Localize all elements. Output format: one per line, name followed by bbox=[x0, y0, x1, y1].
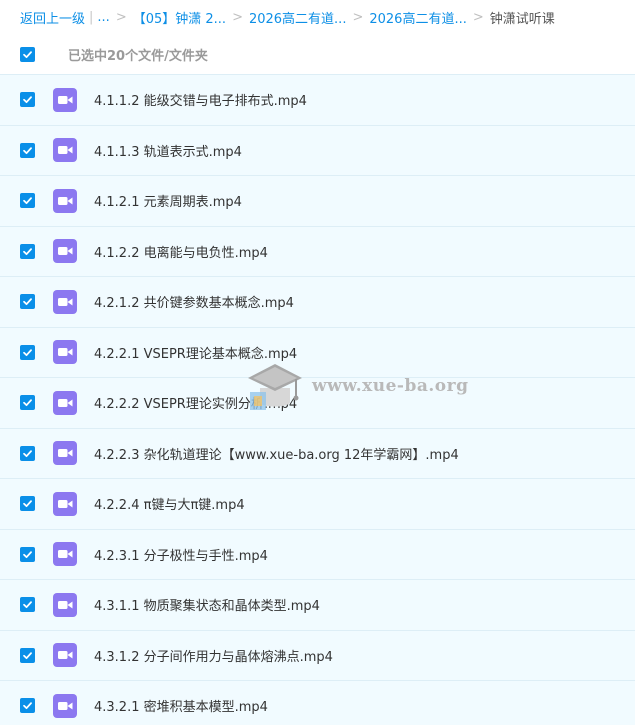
file-row[interactable]: 4.1.2.2 电离能与电负性.mp4 bbox=[0, 225, 635, 276]
video-file-icon bbox=[53, 390, 77, 415]
file-name: 4.2.2.4 π键与大π键.mp4 bbox=[94, 498, 245, 514]
breadcrumb-level-2[interactable]: 2026高二有道... bbox=[249, 8, 346, 27]
breadcrumb-current: 钟潇试听课 bbox=[489, 11, 555, 27]
breadcrumb-level-1[interactable]: 【05】钟潇 2... bbox=[133, 8, 226, 27]
checkmark-icon bbox=[23, 197, 32, 205]
video-file-icon bbox=[53, 491, 77, 516]
video-file-icon bbox=[53, 340, 77, 365]
checkmark-icon bbox=[23, 500, 32, 508]
video-file-icon bbox=[53, 592, 77, 617]
breadcrumb-separator: > bbox=[472, 9, 484, 25]
file-name: 4.1.1.2 能级交错与电子排布式.mp4 bbox=[94, 94, 307, 110]
file-checkbox[interactable] bbox=[20, 344, 35, 360]
file-checkbox[interactable] bbox=[20, 597, 35, 613]
file-name: 4.3.1.1 物质聚集状态和晶体类型.mp4 bbox=[94, 599, 320, 615]
file-name: 4.1.2.1 元素周期表.mp4 bbox=[94, 195, 242, 211]
file-list: 4.1.1.2 能级交错与电子排布式.mp4 4.1.1.3 轨道表示式.mp4 4… bbox=[0, 74, 635, 725]
video-file-icon bbox=[53, 289, 77, 314]
file-row[interactable]: 4.1.1.2 能级交错与电子排布式.mp4 bbox=[0, 74, 635, 125]
file-checkbox[interactable] bbox=[20, 395, 35, 411]
file-name: 4.3.1.2 分子间作用力与晶体熔沸点.mp4 bbox=[94, 649, 333, 665]
file-name: 4.3.2.1 密堆积基本模型.mp4 bbox=[94, 700, 268, 716]
file-row[interactable]: 4.3.1.2 分子间作用力与晶体熔沸点.mp4 bbox=[0, 629, 635, 680]
file-name: 4.2.2.3 杂化轨道理论【www.xue-ba.org 12年学霸网】.mp… bbox=[94, 447, 459, 463]
video-file-icon bbox=[53, 239, 77, 264]
breadcrumb-ellipsis[interactable]: ... bbox=[97, 10, 109, 25]
breadcrumb-level-3[interactable]: 2026高二有道... bbox=[369, 8, 466, 27]
file-row[interactable]: 4.2.1.2 共价键参数基本概念.mp4 bbox=[0, 276, 635, 327]
file-row[interactable]: 4.3.1.1 物质聚集状态和晶体类型.mp4 bbox=[0, 579, 635, 630]
breadcrumb-divider: | bbox=[89, 9, 94, 25]
selection-count: 已选中20个文件/文件夹 bbox=[68, 48, 208, 64]
file-checkbox[interactable] bbox=[20, 92, 35, 108]
breadcrumb-separator: > bbox=[115, 9, 127, 25]
back-button[interactable]: 返回上一级 bbox=[20, 8, 85, 27]
checkmark-icon bbox=[23, 550, 32, 558]
video-file-icon bbox=[53, 138, 77, 163]
checkmark-icon bbox=[23, 601, 32, 609]
file-name: 4.2.2.1 VSEPR理论基本概念.mp4 bbox=[94, 346, 298, 362]
selection-bar: 已选中20个文件/文件夹 bbox=[0, 34, 635, 74]
file-checkbox[interactable] bbox=[20, 647, 35, 663]
file-name: 4.1.1.3 轨道表示式.mp4 bbox=[94, 144, 242, 160]
file-name: 4.2.3.1 分子极性与手性.mp4 bbox=[94, 548, 268, 564]
checkmark-icon bbox=[23, 298, 32, 306]
file-row[interactable]: 4.2.2.2 VSEPR理论实例分析.mp4 bbox=[0, 377, 635, 428]
file-checkbox[interactable] bbox=[20, 142, 35, 158]
file-name: 4.2.1.2 共价键参数基本概念.mp4 bbox=[94, 296, 294, 312]
file-checkbox[interactable] bbox=[20, 243, 35, 259]
select-all-checkbox[interactable] bbox=[20, 46, 35, 62]
video-file-icon bbox=[53, 441, 77, 466]
checkmark-icon bbox=[23, 146, 32, 154]
checkmark-icon bbox=[23, 348, 32, 356]
file-row[interactable]: 4.1.1.3 轨道表示式.mp4 bbox=[0, 124, 635, 175]
file-row[interactable]: 4.2.2.1 VSEPR理论基本概念.mp4 bbox=[0, 326, 635, 377]
file-checkbox[interactable] bbox=[20, 546, 35, 562]
file-name: 4.1.2.2 电离能与电负性.mp4 bbox=[94, 245, 268, 261]
checkmark-icon bbox=[23, 702, 32, 710]
checkmark-icon bbox=[23, 96, 32, 104]
video-file-icon bbox=[53, 643, 77, 668]
video-file-icon bbox=[53, 693, 77, 718]
checkmark-icon bbox=[23, 449, 32, 457]
video-file-icon bbox=[53, 87, 77, 112]
checkmark-icon bbox=[23, 399, 32, 407]
video-file-icon bbox=[53, 188, 77, 213]
file-checkbox[interactable] bbox=[20, 294, 35, 310]
file-checkbox[interactable] bbox=[20, 445, 35, 461]
file-row[interactable]: 4.3.2.1 密堆积基本模型.mp4 bbox=[0, 680, 635, 725]
checkmark-icon bbox=[23, 247, 32, 255]
video-file-icon bbox=[53, 542, 77, 567]
breadcrumb: 返回上一级 | ... > 【05】钟潇 2... > 2026高二有道... … bbox=[0, 0, 635, 34]
file-row[interactable]: 4.2.2.4 π键与大π键.mp4 bbox=[0, 478, 635, 529]
file-checkbox[interactable] bbox=[20, 193, 35, 209]
file-checkbox[interactable] bbox=[20, 698, 35, 714]
file-name: 4.2.2.2 VSEPR理论实例分析.mp4 bbox=[94, 397, 298, 413]
breadcrumb-separator: > bbox=[232, 9, 243, 25]
checkmark-icon bbox=[23, 651, 32, 659]
file-row[interactable]: 4.2.3.1 分子极性与手性.mp4 bbox=[0, 528, 635, 579]
file-row[interactable]: 4.2.2.3 杂化轨道理论【www.xue-ba.org 12年学霸网】.mp… bbox=[0, 427, 635, 478]
file-checkbox[interactable] bbox=[20, 496, 35, 512]
file-row[interactable]: 4.1.2.1 元素周期表.mp4 bbox=[0, 175, 635, 226]
checkmark-icon bbox=[23, 50, 32, 58]
breadcrumb-separator: > bbox=[352, 9, 364, 25]
